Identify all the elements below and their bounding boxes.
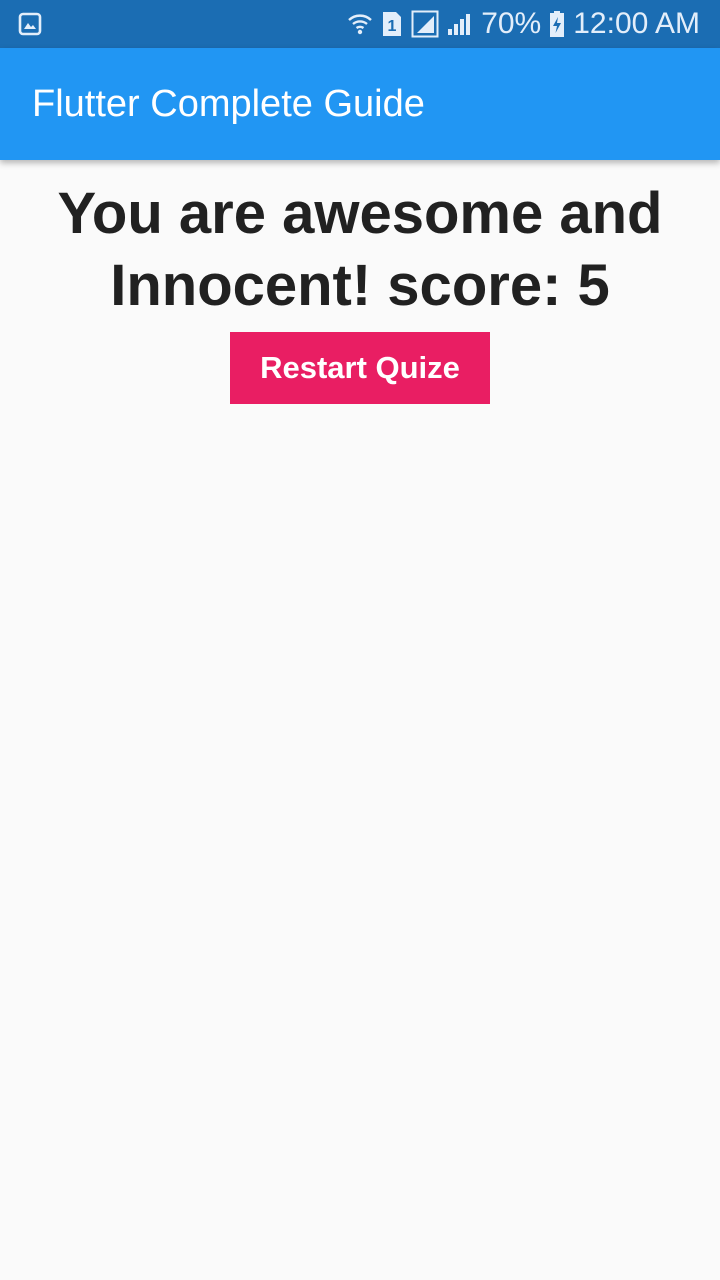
app-bar: Flutter Complete Guide [0,48,720,160]
gallery-icon [18,12,42,36]
signal-icon [411,10,439,38]
clock: 12:00 AM [573,7,700,40]
battery-percentage: 70% [481,7,542,40]
sim-icon: 1 [381,10,403,38]
status-bar: 1 70% 12:00 AM [0,0,720,48]
signal-icon [447,11,473,37]
wifi-icon [347,11,373,37]
battery-charging-icon [549,10,565,38]
result-message: You are awesome and Innocent! score: 5 [57,181,663,318]
app-screen: 1 70% 12:00 AM Flutter Complete Guide Yo… [0,0,720,1280]
restart-quiz-button[interactable]: Restart Quize [230,332,490,404]
result-panel: You are awesome and Innocent! score: 5 R… [0,160,720,404]
sim-label: 1 [388,18,397,35]
app-title: Flutter Complete Guide [32,82,425,125]
